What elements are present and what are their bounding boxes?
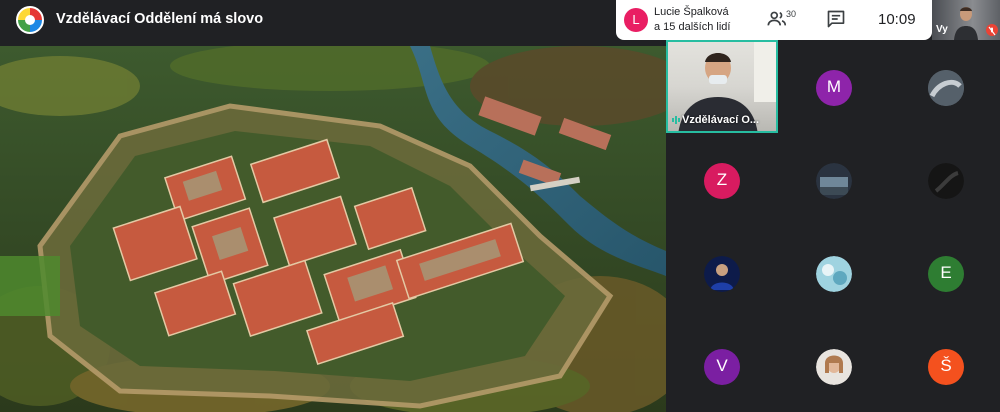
participant-avatar-e[interactable]: E [928,256,964,292]
participant-avatar-photo[interactable] [816,163,852,199]
meeting-title: Vzdělávací Oddělení má slovo [56,11,264,27]
self-video [954,7,978,40]
participant-avatar-photo[interactable] [928,70,964,106]
meeting-controls: 30 10:09 [752,0,932,40]
participant-grid: Vzdělávací O... M Z E V Š [666,40,1000,412]
self-view-tile[interactable]: Vy [932,0,1000,40]
pinned-others: a 15 dalších lidí [654,21,731,33]
participant-avatar-v[interactable]: V [704,349,740,385]
active-speaker-tile[interactable]: Vzdělávací O... [666,40,778,133]
presenter-avatar [16,6,44,34]
speaking-indicator-icon [672,116,680,124]
shared-screen-presentation [0,46,666,412]
participant-avatar-z[interactable]: Z [704,163,740,199]
pinned-participant-card[interactable]: L Lucie Špalková a 15 dalších lidí [616,0,752,40]
people-count: 30 [786,9,797,19]
participant-avatar-photo[interactable] [928,163,964,199]
aerial-fortress-image [0,46,666,412]
meeting-clock: 10:09 [878,11,916,28]
chat-button[interactable] [826,9,848,31]
self-label: Vy [936,24,948,35]
top-bar: Vzdělávací Oddělení má slovo L Lucie Špa… [0,0,1000,40]
speaker-name: Vzdělávací O... [682,114,760,126]
meet-window: Vzdělávací Oddělení má slovo L Lucie Špa… [0,0,1000,412]
participant-avatar-photo[interactable] [816,256,852,292]
pinned-avatar: L [624,8,648,32]
chat-icon [827,10,845,28]
participant-avatar-photo[interactable] [704,256,740,292]
participant-avatar-m[interactable]: M [816,70,852,106]
participant-avatar-photo[interactable] [816,349,852,385]
mic-off-icon [986,24,998,36]
pinned-name: Lucie Špalková [654,6,729,18]
participant-avatar-s-caron[interactable]: Š [928,349,964,385]
people-icon [767,11,787,26]
